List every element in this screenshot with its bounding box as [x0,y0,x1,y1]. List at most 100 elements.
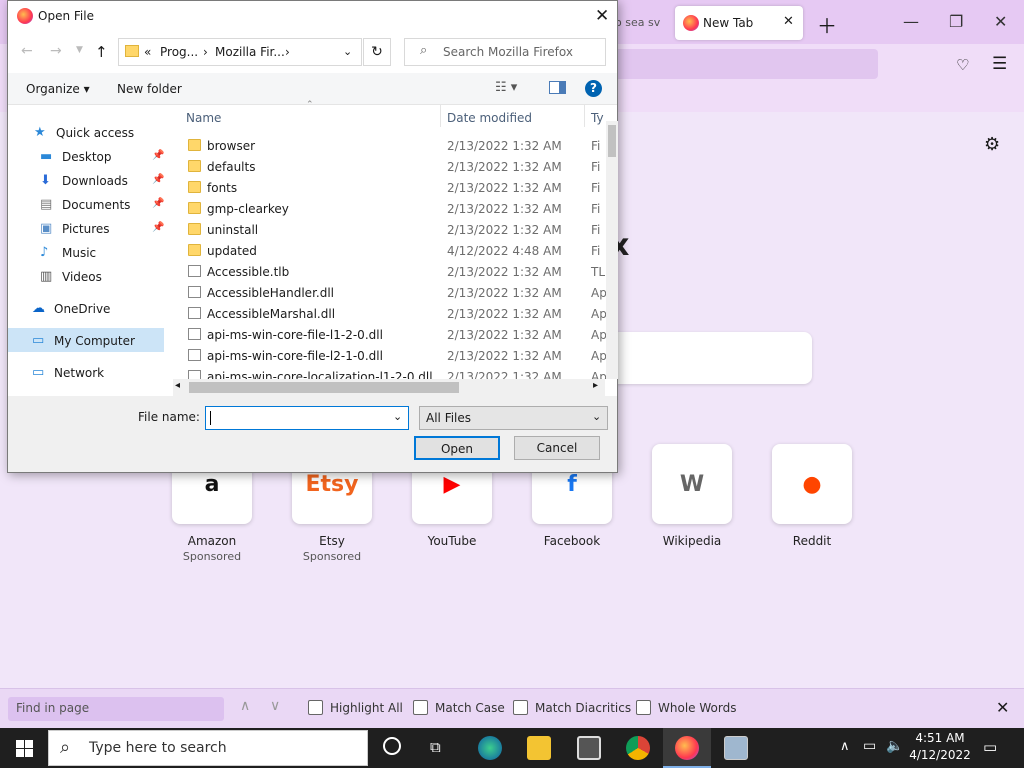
file-name: AccessibleHandler.dll [207,286,334,300]
top-site-label[interactable]: Amazon [152,534,272,548]
scroll-thumb[interactable] [608,125,616,157]
file-type: Ap [591,286,606,300]
tab-new-tab[interactable]: New Tab ✕ [675,6,803,40]
match-case-label: Match Case [435,701,505,715]
file-date: 2/13/2022 1:32 AM [447,370,562,379]
tray-chevron-icon[interactable]: ∧ [840,739,850,754]
search-icon: ⌕ [60,737,71,758]
notification-icon[interactable]: ▭ [983,738,997,756]
windows-start-icon[interactable] [0,728,48,768]
file-row[interactable]: api-ms-win-core-file-l1-2-0.dll 2/13/2022… [185,325,606,346]
top-site-label[interactable]: Facebook [512,534,632,548]
minimize-icon[interactable]: — [903,12,919,31]
file-row[interactable]: gmp-clearkey 2/13/2022 1:32 AM Fi [185,199,605,220]
vertical-scrollbar[interactable] [606,121,618,379]
find-next-icon[interactable]: ∨ [270,698,280,714]
file-type: Fi [591,223,601,237]
top-site-tile[interactable]: ● [772,444,852,524]
clock[interactable]: 4:51 AM 4/12/2022 [900,730,980,764]
top-site-label[interactable]: YouTube [392,534,512,548]
file-row[interactable]: Accessible.tlb 2/13/2022 1:32 AM TL [185,262,605,283]
top-site-logo-icon: W [679,471,705,497]
file-type-select[interactable]: All Files ⌄ [419,406,608,430]
file-row[interactable]: browser 2/13/2022 1:32 AM Fi [185,136,605,157]
maximize-icon[interactable]: ❐ [949,12,963,31]
new-tab-plus-icon[interactable]: ＋ [817,10,837,39]
whole-words-checkbox[interactable] [636,700,651,715]
whole-words-label: Whole Words [658,701,737,715]
file-row[interactable]: fonts 2/13/2022 1:32 AM Fi [185,178,605,199]
top-site-label[interactable]: Etsy [272,534,392,548]
page-search-box[interactable] [595,332,812,384]
file-name: AccessibleMarshal.dll [207,307,336,321]
file-type: Fi [591,160,601,174]
file-date: 2/13/2022 1:32 AM [447,202,562,216]
scroll-right-icon[interactable]: ▸ [593,380,598,391]
file-explorer-icon[interactable] [527,736,551,760]
file-row[interactable]: uninstall 2/13/2022 1:32 AM Fi [185,220,605,241]
scroll-left-icon[interactable]: ◂ [175,380,180,391]
file-type: Ap [591,307,606,321]
top-site-logo-icon: ● [802,471,822,497]
taskbar-search-input[interactable]: Type here to search [48,730,368,766]
file-name: api-ms-win-core-file-l1-2-0.dll [207,328,383,342]
match-diacritics-checkbox[interactable] [513,700,528,715]
find-input[interactable]: Find in page [8,697,224,721]
open-button[interactable]: Open [414,436,500,460]
top-site-tile[interactable]: W [652,444,732,524]
horizontal-scrollbar[interactable]: ◂ ▸ [173,379,605,396]
edge-icon[interactable] [478,736,502,760]
file-icon [188,265,201,277]
chrome-icon[interactable] [626,736,650,760]
file-date: 2/13/2022 1:32 AM [447,181,562,195]
top-site-label[interactable]: Reddit [752,534,872,548]
firefox-taskbar-icon[interactable] [675,736,699,760]
file-row[interactable]: updated 4/12/2022 4:48 AM Fi [185,241,605,262]
file-row[interactable]: defaults 2/13/2022 1:32 AM Fi [185,157,605,178]
folder-icon [188,160,201,172]
top-site-label[interactable]: Wikipedia [632,534,752,548]
file-name: gmp-clearkey [207,202,289,216]
pocket-icon[interactable]: ♡ [956,56,969,74]
file-row[interactable]: api-ms-win-core-localization-l1-2-0.dll 2… [185,367,606,379]
network-icon[interactable]: ▭ [863,738,876,754]
close-find-bar-icon[interactable]: ✕ [996,698,1009,717]
tab-title: New Tab [703,16,754,30]
file-type: Fi [591,181,601,195]
find-prev-icon[interactable]: ∧ [240,698,250,714]
file-type: Ap [591,349,606,363]
file-name: updated [207,244,257,258]
menu-icon[interactable]: ☰ [992,54,1007,74]
match-case-checkbox[interactable] [413,700,428,715]
folder-icon [188,181,201,193]
file-name: api-ms-win-core-localization-l1-2-0.dll [207,370,433,379]
file-row[interactable]: AccessibleHandler.dll 2/13/2022 1:32 AM Ap [185,283,606,304]
chevron-down-icon[interactable]: ⌄ [393,410,402,423]
file-icon [188,349,201,361]
file-type: Ap [591,328,606,342]
highlight-all-checkbox[interactable] [308,700,323,715]
task-view-icon[interactable]: ⧉ [430,738,441,756]
partial-tab-label[interactable]: o sea sv [615,16,660,29]
file-name-input[interactable]: ⌄ [205,406,409,430]
file-type: Fi [591,244,601,258]
file-row[interactable]: AccessibleMarshal.dll 2/13/2022 1:32 AM Ap [185,304,606,325]
file-row[interactable]: api-ms-win-core-file-l2-1-0.dll 2/13/2022… [185,346,606,367]
gear-icon[interactable]: ⚙ [984,134,1000,155]
close-window-icon[interactable]: ✕ [994,12,1007,31]
top-site-sponsored: Sponsored [302,550,362,563]
folder-icon [188,202,201,214]
close-tab-icon[interactable]: ✕ [783,14,794,29]
top-site-logo-icon: ▶ [443,471,461,497]
match-diacritics-label: Match Diacritics [535,701,632,715]
app-icon[interactable] [724,736,748,760]
cancel-button[interactable]: Cancel [514,436,600,460]
file-icon [188,286,201,298]
firefox-icon [683,15,699,31]
cortana-icon[interactable] [383,737,401,755]
store-icon[interactable] [577,736,601,760]
scroll-thumb[interactable] [189,382,459,393]
file-icon [188,307,201,319]
file-date: 2/13/2022 1:32 AM [447,223,562,237]
top-site-logo-icon: Etsy [305,471,359,497]
